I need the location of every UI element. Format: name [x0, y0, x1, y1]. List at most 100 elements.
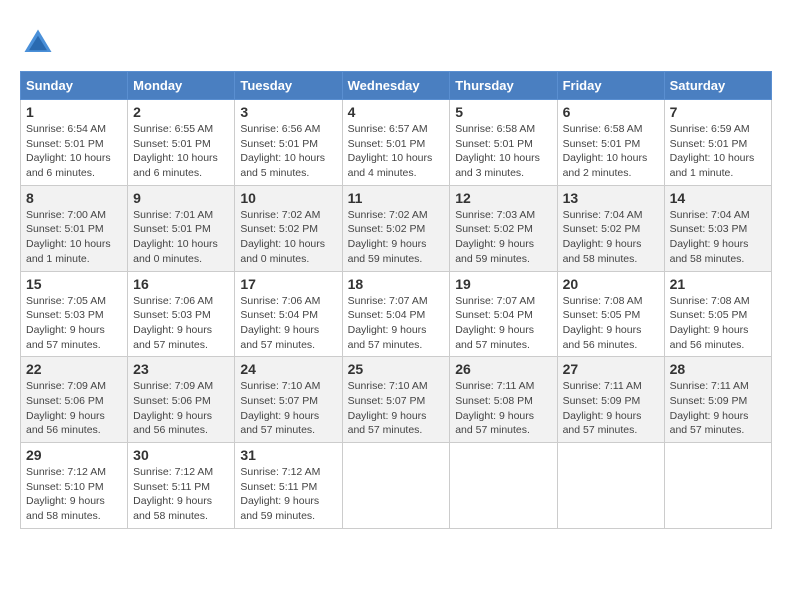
day-info-19: Sunrise: 7:07 AM Sunset: 5:04 PM Dayligh…: [455, 294, 551, 353]
day-info-7: Sunrise: 6:59 AM Sunset: 5:01 PM Dayligh…: [670, 122, 766, 181]
day-info-28: Sunrise: 7:11 AM Sunset: 5:09 PM Dayligh…: [670, 379, 766, 438]
day-info-8: Sunrise: 7:00 AM Sunset: 5:01 PM Dayligh…: [26, 208, 122, 267]
day-info-10: Sunrise: 7:02 AM Sunset: 5:02 PM Dayligh…: [240, 208, 336, 267]
day-number-8: 8: [26, 190, 122, 206]
day-29: 29 Sunrise: 7:12 AM Sunset: 5:10 PM Dayl…: [21, 443, 128, 529]
day-info-17: Sunrise: 7:06 AM Sunset: 5:04 PM Dayligh…: [240, 294, 336, 353]
day-26: 26 Sunrise: 7:11 AM Sunset: 5:08 PM Dayl…: [450, 357, 557, 443]
day-info-24: Sunrise: 7:10 AM Sunset: 5:07 PM Dayligh…: [240, 379, 336, 438]
col-friday: Friday: [557, 72, 664, 100]
day-number-13: 13: [563, 190, 659, 206]
day-number-14: 14: [670, 190, 766, 206]
day-14: 14 Sunrise: 7:04 AM Sunset: 5:03 PM Dayl…: [664, 185, 771, 271]
day-11: 11 Sunrise: 7:02 AM Sunset: 5:02 PM Dayl…: [342, 185, 450, 271]
day-info-14: Sunrise: 7:04 AM Sunset: 5:03 PM Dayligh…: [670, 208, 766, 267]
day-number-3: 3: [240, 104, 336, 120]
col-thursday: Thursday: [450, 72, 557, 100]
day-number-1: 1: [26, 104, 122, 120]
day-19: 19 Sunrise: 7:07 AM Sunset: 5:04 PM Dayl…: [450, 271, 557, 357]
day-info-9: Sunrise: 7:01 AM Sunset: 5:01 PM Dayligh…: [133, 208, 229, 267]
day-info-2: Sunrise: 6:55 AM Sunset: 5:01 PM Dayligh…: [133, 122, 229, 181]
day-info-22: Sunrise: 7:09 AM Sunset: 5:06 PM Dayligh…: [26, 379, 122, 438]
day-info-27: Sunrise: 7:11 AM Sunset: 5:09 PM Dayligh…: [563, 379, 659, 438]
day-17: 17 Sunrise: 7:06 AM Sunset: 5:04 PM Dayl…: [235, 271, 342, 357]
day-number-26: 26: [455, 361, 551, 377]
day-info-26: Sunrise: 7:11 AM Sunset: 5:08 PM Dayligh…: [455, 379, 551, 438]
logo: [20, 25, 58, 61]
day-12: 12 Sunrise: 7:03 AM Sunset: 5:02 PM Dayl…: [450, 185, 557, 271]
day-info-13: Sunrise: 7:04 AM Sunset: 5:02 PM Dayligh…: [563, 208, 659, 267]
day-number-19: 19: [455, 276, 551, 292]
day-number-17: 17: [240, 276, 336, 292]
day-number-31: 31: [240, 447, 336, 463]
day-number-12: 12: [455, 190, 551, 206]
day-2: 2 Sunrise: 6:55 AM Sunset: 5:01 PM Dayli…: [128, 100, 235, 186]
col-monday: Monday: [128, 72, 235, 100]
day-15: 15 Sunrise: 7:05 AM Sunset: 5:03 PM Dayl…: [21, 271, 128, 357]
day-23: 23 Sunrise: 7:09 AM Sunset: 5:06 PM Dayl…: [128, 357, 235, 443]
day-21: 21 Sunrise: 7:08 AM Sunset: 5:05 PM Dayl…: [664, 271, 771, 357]
empty-cell: [557, 443, 664, 529]
col-sunday: Sunday: [21, 72, 128, 100]
day-30: 30 Sunrise: 7:12 AM Sunset: 5:11 PM Dayl…: [128, 443, 235, 529]
day-number-6: 6: [563, 104, 659, 120]
col-tuesday: Tuesday: [235, 72, 342, 100]
day-info-3: Sunrise: 6:56 AM Sunset: 5:01 PM Dayligh…: [240, 122, 336, 181]
day-number-9: 9: [133, 190, 229, 206]
day-number-29: 29: [26, 447, 122, 463]
day-18: 18 Sunrise: 7:07 AM Sunset: 5:04 PM Dayl…: [342, 271, 450, 357]
day-28: 28 Sunrise: 7:11 AM Sunset: 5:09 PM Dayl…: [664, 357, 771, 443]
day-27: 27 Sunrise: 7:11 AM Sunset: 5:09 PM Dayl…: [557, 357, 664, 443]
day-9: 9 Sunrise: 7:01 AM Sunset: 5:01 PM Dayli…: [128, 185, 235, 271]
day-info-16: Sunrise: 7:06 AM Sunset: 5:03 PM Dayligh…: [133, 294, 229, 353]
day-info-21: Sunrise: 7:08 AM Sunset: 5:05 PM Dayligh…: [670, 294, 766, 353]
header: [20, 20, 772, 61]
day-number-20: 20: [563, 276, 659, 292]
day-20: 20 Sunrise: 7:08 AM Sunset: 5:05 PM Dayl…: [557, 271, 664, 357]
calendar: Sunday Monday Tuesday Wednesday Thursday…: [20, 71, 772, 529]
day-number-2: 2: [133, 104, 229, 120]
day-1: 1 Sunrise: 6:54 AM Sunset: 5:01 PM Dayli…: [21, 100, 128, 186]
day-22: 22 Sunrise: 7:09 AM Sunset: 5:06 PM Dayl…: [21, 357, 128, 443]
col-saturday: Saturday: [664, 72, 771, 100]
day-number-27: 27: [563, 361, 659, 377]
day-info-23: Sunrise: 7:09 AM Sunset: 5:06 PM Dayligh…: [133, 379, 229, 438]
day-25: 25 Sunrise: 7:10 AM Sunset: 5:07 PM Dayl…: [342, 357, 450, 443]
day-24: 24 Sunrise: 7:10 AM Sunset: 5:07 PM Dayl…: [235, 357, 342, 443]
day-number-24: 24: [240, 361, 336, 377]
day-6: 6 Sunrise: 6:58 AM Sunset: 5:01 PM Dayli…: [557, 100, 664, 186]
day-number-18: 18: [348, 276, 445, 292]
empty-cell: [342, 443, 450, 529]
day-10: 10 Sunrise: 7:02 AM Sunset: 5:02 PM Dayl…: [235, 185, 342, 271]
day-7: 7 Sunrise: 6:59 AM Sunset: 5:01 PM Dayli…: [664, 100, 771, 186]
day-number-16: 16: [133, 276, 229, 292]
day-info-31: Sunrise: 7:12 AM Sunset: 5:11 PM Dayligh…: [240, 465, 336, 524]
day-13: 13 Sunrise: 7:04 AM Sunset: 5:02 PM Dayl…: [557, 185, 664, 271]
day-info-15: Sunrise: 7:05 AM Sunset: 5:03 PM Dayligh…: [26, 294, 122, 353]
day-number-22: 22: [26, 361, 122, 377]
day-info-25: Sunrise: 7:10 AM Sunset: 5:07 PM Dayligh…: [348, 379, 445, 438]
day-number-21: 21: [670, 276, 766, 292]
day-31: 31 Sunrise: 7:12 AM Sunset: 5:11 PM Dayl…: [235, 443, 342, 529]
day-info-5: Sunrise: 6:58 AM Sunset: 5:01 PM Dayligh…: [455, 122, 551, 181]
day-3: 3 Sunrise: 6:56 AM Sunset: 5:01 PM Dayli…: [235, 100, 342, 186]
day-number-25: 25: [348, 361, 445, 377]
day-info-4: Sunrise: 6:57 AM Sunset: 5:01 PM Dayligh…: [348, 122, 445, 181]
day-info-20: Sunrise: 7:08 AM Sunset: 5:05 PM Dayligh…: [563, 294, 659, 353]
day-info-1: Sunrise: 6:54 AM Sunset: 5:01 PM Dayligh…: [26, 122, 122, 181]
empty-cell: [664, 443, 771, 529]
day-info-11: Sunrise: 7:02 AM Sunset: 5:02 PM Dayligh…: [348, 208, 445, 267]
day-info-18: Sunrise: 7:07 AM Sunset: 5:04 PM Dayligh…: [348, 294, 445, 353]
day-info-6: Sunrise: 6:58 AM Sunset: 5:01 PM Dayligh…: [563, 122, 659, 181]
day-number-10: 10: [240, 190, 336, 206]
day-5: 5 Sunrise: 6:58 AM Sunset: 5:01 PM Dayli…: [450, 100, 557, 186]
day-number-7: 7: [670, 104, 766, 120]
day-number-4: 4: [348, 104, 445, 120]
empty-cell: [450, 443, 557, 529]
day-number-15: 15: [26, 276, 122, 292]
day-number-23: 23: [133, 361, 229, 377]
day-4: 4 Sunrise: 6:57 AM Sunset: 5:01 PM Dayli…: [342, 100, 450, 186]
day-8: 8 Sunrise: 7:00 AM Sunset: 5:01 PM Dayli…: [21, 185, 128, 271]
day-info-29: Sunrise: 7:12 AM Sunset: 5:10 PM Dayligh…: [26, 465, 122, 524]
day-number-11: 11: [348, 190, 445, 206]
